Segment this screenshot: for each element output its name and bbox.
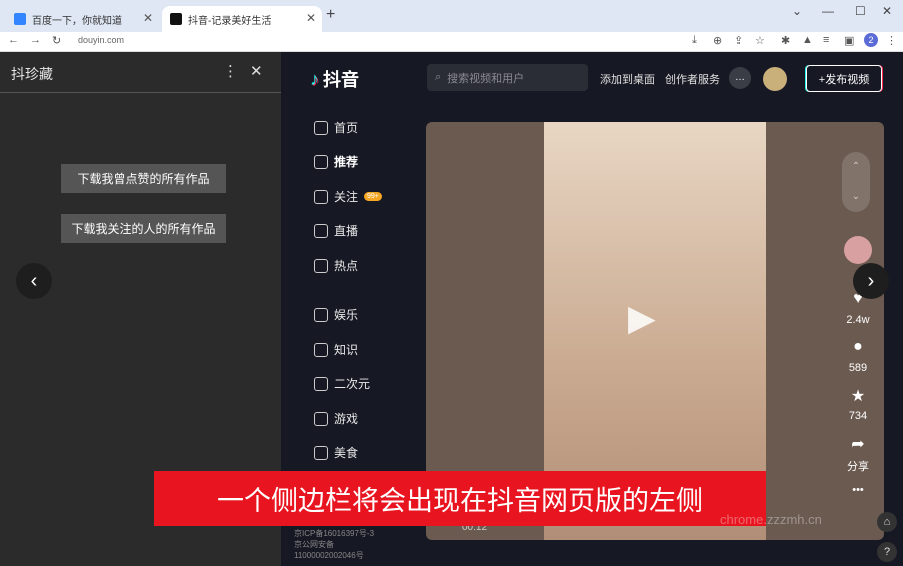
nav-item-food[interactable]: 美食 xyxy=(314,444,358,461)
help-icon[interactable]: ? xyxy=(877,542,897,562)
user-plus-icon xyxy=(314,189,328,204)
douyin-logo-icon: ♪ xyxy=(310,68,319,89)
footer-info: 京ICP备16016397号-3 京公网安备 11000002002046号 xyxy=(294,528,374,561)
close-tab-icon[interactable]: ✕ xyxy=(143,11,153,25)
share-icon[interactable]: ⇪ xyxy=(734,34,743,47)
flame-icon xyxy=(314,258,328,273)
favorite-count: 734 xyxy=(848,410,868,422)
more-icon[interactable]: ••• xyxy=(843,484,873,496)
nav-label: 二次元 xyxy=(334,377,371,391)
tab-baidu[interactable]: 百度一下，你就知道 ✕ xyxy=(6,6,159,32)
maximize-icon[interactable]: ☐ xyxy=(855,4,866,18)
tv-icon xyxy=(314,223,328,238)
scroll-arrows[interactable]: ⌃ ⌄ xyxy=(842,152,870,212)
footer-line: 京公网安备 xyxy=(294,540,334,549)
search-input[interactable]: ⌕ 搜索视频和用户 xyxy=(427,64,588,91)
creator-service-link[interactable]: 创作者服务 xyxy=(665,71,720,87)
nav-item-anime[interactable]: 二次元 xyxy=(314,375,370,392)
badge: 99+ xyxy=(364,192,382,201)
watermark: chrome.zzzmh.cn xyxy=(720,512,822,527)
bowl-icon xyxy=(314,445,328,460)
download-liked-button[interactable]: 下载我曾点赞的所有作品 xyxy=(61,164,226,193)
add-to-desktop-link[interactable]: 添加到桌面 xyxy=(600,71,655,87)
chevron-down-icon[interactable]: ⌄ xyxy=(792,4,802,18)
anime-icon xyxy=(314,376,328,391)
extension-icon[interactable]: ▲ xyxy=(802,34,813,46)
close-tab-icon[interactable]: ✕ xyxy=(306,11,316,25)
nav-label: 直播 xyxy=(334,224,359,238)
tab-douyin[interactable]: 抖音-记录美好生活 ✕ xyxy=(162,6,322,32)
nav-item-hot[interactable]: 热点 xyxy=(314,257,358,274)
side-panel-icon[interactable]: ▣ xyxy=(844,34,854,47)
book-icon xyxy=(314,342,328,357)
back-icon[interactable]: ← xyxy=(8,34,19,46)
thumbs-up-icon xyxy=(314,154,328,169)
menu-icon[interactable]: ⋮ xyxy=(886,34,897,47)
download-following-button[interactable]: 下载我关注的人的所有作品 xyxy=(61,214,226,243)
bookmark-star-icon[interactable]: ☆ xyxy=(755,34,765,47)
author-avatar[interactable] xyxy=(844,236,872,264)
search-icon: ⌕ xyxy=(435,71,442,83)
home-icon xyxy=(314,120,328,135)
nav-item-games[interactable]: 游戏 xyxy=(314,410,358,427)
extensions-icon[interactable]: ✱ xyxy=(781,34,790,47)
nav-label: 推荐 xyxy=(334,155,359,169)
nav-label: 关注 xyxy=(334,190,359,204)
minimize-icon[interactable]: — xyxy=(822,4,834,18)
nav-label: 首页 xyxy=(334,121,359,135)
zoom-icon[interactable]: ⊕ xyxy=(713,34,722,47)
previous-arrow-icon[interactable]: ‹ xyxy=(16,263,52,299)
sidebar-title: 抖珍藏 xyxy=(11,66,53,82)
nav-item-recommend[interactable]: 推荐 xyxy=(314,153,358,170)
profile-avatar[interactable]: 2 xyxy=(864,33,878,47)
message-icon[interactable]: … xyxy=(729,67,751,89)
share-icon[interactable]: ➦ xyxy=(843,434,873,454)
comment-icon[interactable]: ● xyxy=(843,338,873,356)
publish-video-button[interactable]: +发布视频 xyxy=(806,65,882,92)
address-bar[interactable]: douyin.com xyxy=(78,35,124,45)
new-tab-icon[interactable]: + xyxy=(326,6,335,24)
share-label: 分享 xyxy=(847,461,869,473)
install-icon[interactable]: ⤓ xyxy=(692,34,697,47)
footer-line: 11000002002046号 xyxy=(294,551,364,560)
nav-label: 娱乐 xyxy=(334,308,359,322)
shirt-icon[interactable]: ⌂ xyxy=(877,512,897,532)
nav-label: 知识 xyxy=(334,343,359,357)
nav-label: 美食 xyxy=(334,446,359,460)
star-icon[interactable]: ★ xyxy=(843,386,873,406)
smile-icon xyxy=(314,307,328,322)
nav-item-knowledge[interactable]: 知识 xyxy=(314,341,358,358)
footer-line: 京ICP备16016397号-3 xyxy=(294,529,375,538)
close-window-icon[interactable]: ✕ xyxy=(882,4,892,18)
more-icon[interactable]: ⋮ xyxy=(223,62,238,80)
tab-title: 抖音-记录美好生活 xyxy=(188,15,272,27)
nav-item-live[interactable]: 直播 xyxy=(314,222,358,239)
nav-item-home[interactable]: 首页 xyxy=(314,119,358,136)
caption-banner: 一个侧边栏将会出现在抖音网页版的左侧 xyxy=(154,471,766,526)
toolbar xyxy=(0,32,903,52)
nav-label: 热点 xyxy=(334,259,359,273)
avatar[interactable] xyxy=(763,67,787,91)
reading-list-icon[interactable]: ≡ xyxy=(823,34,829,46)
next-arrow-icon[interactable]: › xyxy=(853,263,889,299)
douyin-favicon-icon xyxy=(170,13,182,25)
search-placeholder: 搜索视频和用户 xyxy=(447,72,525,85)
close-icon[interactable]: ✕ xyxy=(250,62,263,80)
like-count: 2.4w xyxy=(846,314,870,326)
nav-item-entertainment[interactable]: 娱乐 xyxy=(314,306,358,323)
douyin-logo[interactable]: ♪ 抖音 xyxy=(310,66,359,92)
forward-icon[interactable]: → xyxy=(30,34,41,46)
tab-title: 百度一下，你就知道 xyxy=(32,15,122,27)
gamepad-icon xyxy=(314,411,328,426)
nav-item-follow[interactable]: 关注 99+ xyxy=(314,188,382,205)
logo-text: 抖音 xyxy=(323,70,359,90)
nav-label: 游戏 xyxy=(334,412,359,426)
comment-count: 589 xyxy=(848,362,868,374)
reload-icon[interactable]: ↻ xyxy=(52,34,61,47)
play-icon[interactable]: ▶ xyxy=(628,297,656,339)
baidu-favicon-icon xyxy=(14,13,26,25)
